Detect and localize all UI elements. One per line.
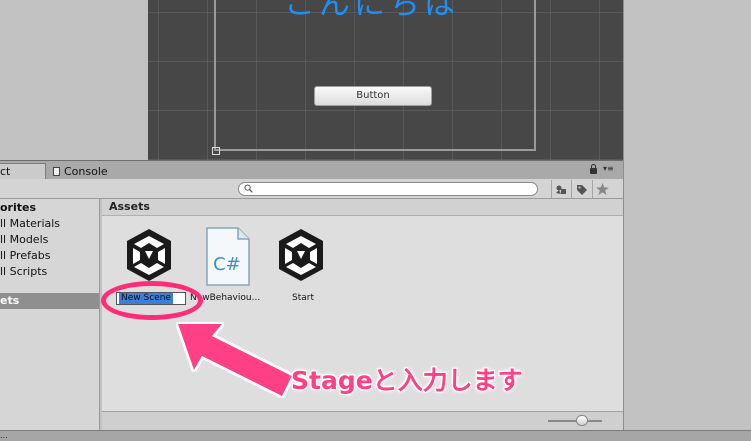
tab-project[interactable]: ct <box>0 163 46 180</box>
filter-by-label-button[interactable] <box>571 180 590 198</box>
sidebar-item-assets[interactable]: ets <box>0 293 99 309</box>
assets-breadcrumb[interactable]: Assets <box>102 199 623 216</box>
search-input[interactable] <box>238 182 538 196</box>
annotation-arrow-icon <box>178 324 292 396</box>
tab-console-label: Console <box>64 165 108 178</box>
console-icon <box>53 167 60 176</box>
scene-view[interactable]: こんにちは Button <box>148 0 623 160</box>
ui-button[interactable]: Button <box>314 86 432 106</box>
status-bar <box>0 430 751 441</box>
assets-footer <box>102 411 623 430</box>
favorites-header: orites <box>0 201 37 214</box>
csharp-script-icon[interactable]: C# <box>204 227 252 287</box>
star-icon <box>596 183 609 195</box>
save-search-button[interactable] <box>592 180 611 198</box>
sidebar-item-all-materials[interactable]: ll Materials <box>0 217 60 230</box>
search-icon <box>244 184 253 193</box>
filter-by-type-button[interactable] <box>551 180 570 198</box>
asset-label-start[interactable]: Start <box>292 293 314 303</box>
filter-type-icon <box>556 185 566 194</box>
annotation-text: Stageと入力します <box>291 366 523 395</box>
hierarchy-panel-edge <box>0 0 148 160</box>
project-sidebar: orites ll Materials ll Models ll Prefabs… <box>0 199 100 430</box>
tab-project-label: ct <box>0 165 11 178</box>
csharp-label: C# <box>213 254 241 275</box>
zoom-slider-track[interactable] <box>548 420 602 422</box>
unity-scene-icon[interactable] <box>119 227 179 283</box>
status-text: ... <box>0 431 8 440</box>
tag-icon <box>577 185 587 195</box>
zoom-slider-thumb[interactable] <box>576 415 588 426</box>
rect-handle[interactable] <box>212 147 220 155</box>
lock-icon[interactable] <box>590 164 597 174</box>
unity-scene-icon-start[interactable] <box>271 227 331 283</box>
sidebar-item-all-models[interactable]: ll Models <box>0 233 48 246</box>
tab-console[interactable]: Console <box>53 164 108 180</box>
sidebar-item-all-prefabs[interactable]: ll Prefabs <box>0 249 50 262</box>
inspector-panel-edge <box>623 0 751 441</box>
sidebar-item-all-scripts[interactable]: ll Scripts <box>0 265 47 278</box>
canvas-text[interactable]: こんにちは <box>284 0 459 23</box>
panel-menu-icon[interactable]: ▾≡ <box>603 164 614 173</box>
